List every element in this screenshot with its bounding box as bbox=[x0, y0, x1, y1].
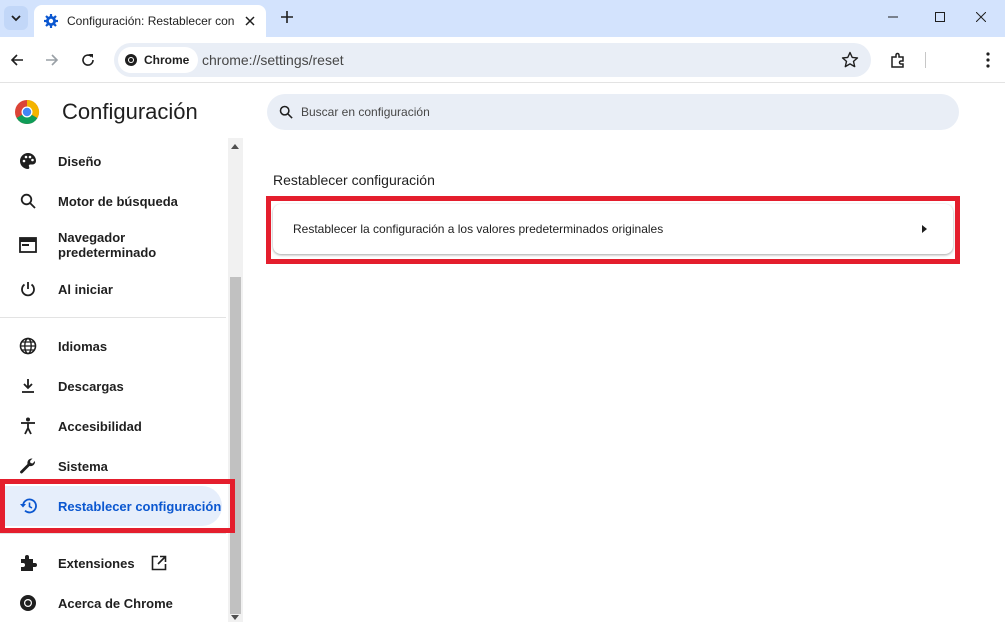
maximize-button[interactable] bbox=[917, 0, 963, 34]
search-input[interactable] bbox=[301, 105, 901, 119]
settings-header: Configuración bbox=[14, 99, 198, 125]
tab-strip: Configuración: Restablecer con bbox=[0, 0, 1005, 37]
sidebar-item-accesibilidad[interactable]: Accesibilidad bbox=[0, 406, 226, 446]
close-icon bbox=[245, 16, 255, 26]
puzzle-icon bbox=[18, 553, 38, 573]
palette-icon bbox=[18, 151, 38, 171]
sidebar-item-label: Extensiones bbox=[58, 555, 135, 571]
highlight-box bbox=[266, 196, 960, 264]
sidebar-item-diseno[interactable]: Diseño bbox=[0, 141, 226, 181]
new-tab-button[interactable] bbox=[276, 6, 298, 28]
chrome-icon bbox=[18, 593, 38, 613]
search-icon bbox=[279, 105, 293, 119]
close-window-button[interactable] bbox=[958, 0, 1004, 34]
toolbar-divider bbox=[925, 52, 926, 68]
sidebar-item-label: Acerca de Chrome bbox=[58, 595, 173, 611]
forward-button[interactable] bbox=[40, 48, 64, 72]
accessibility-icon bbox=[18, 416, 38, 436]
download-icon bbox=[18, 376, 38, 396]
site-chip-label: Chrome bbox=[144, 53, 190, 67]
active-tab[interactable]: Configuración: Restablecer con bbox=[34, 5, 266, 37]
sidebar-item-label: Accesibilidad bbox=[58, 418, 142, 434]
minimize-icon bbox=[888, 16, 898, 18]
sidebar-divider bbox=[0, 317, 226, 318]
page-title: Configuración bbox=[62, 99, 198, 124]
wrench-icon bbox=[18, 456, 38, 476]
settings-sidebar: Configuración Diseño Motor de búsqueda N… bbox=[0, 84, 243, 622]
scroll-down-arrow-icon[interactable] bbox=[231, 615, 239, 620]
more-vert-icon bbox=[986, 52, 990, 68]
sidebar-item-label: Descargas bbox=[58, 378, 124, 394]
sidebar-item-label: Sistema bbox=[58, 458, 108, 474]
chrome-icon bbox=[125, 54, 137, 66]
forward-arrow-icon bbox=[46, 54, 59, 66]
sidebar-item-navegador-predeterminado[interactable]: Navegador predeterminado bbox=[0, 225, 226, 265]
power-icon bbox=[18, 279, 38, 299]
sidebar-scrollbar[interactable] bbox=[228, 138, 243, 622]
sidebar-item-label: Idiomas bbox=[58, 338, 108, 354]
reload-button[interactable] bbox=[76, 48, 100, 72]
plus-icon bbox=[281, 11, 293, 23]
url-text[interactable]: chrome://settings/reset bbox=[202, 52, 344, 68]
back-button[interactable] bbox=[5, 48, 29, 72]
globe-icon bbox=[18, 336, 38, 356]
sidebar-item-label: Al iniciar bbox=[58, 281, 113, 297]
sidebar-item-label: Motor de búsqueda bbox=[58, 193, 178, 209]
sidebar-item-acerca-de-chrome[interactable]: Acerca de Chrome bbox=[0, 583, 226, 623]
toolbar: Chrome chrome://settings/reset bbox=[0, 37, 1005, 83]
sidebar-item-label: Diseño bbox=[58, 153, 102, 169]
minimize-button[interactable] bbox=[870, 0, 916, 34]
settings-search[interactable] bbox=[267, 94, 959, 130]
tab-search-button[interactable] bbox=[4, 6, 28, 30]
tab-title: Configuración: Restablecer con bbox=[67, 14, 235, 28]
reload-icon bbox=[82, 54, 94, 66]
back-arrow-icon bbox=[10, 54, 23, 66]
gear-icon bbox=[44, 14, 58, 28]
extensions-button[interactable] bbox=[886, 48, 910, 72]
chevron-down-icon bbox=[11, 15, 21, 22]
sidebar-item-descargas[interactable]: Descargas bbox=[0, 366, 226, 406]
bookmark-star-icon[interactable] bbox=[841, 51, 859, 69]
sidebar-divider bbox=[0, 533, 226, 534]
close-icon bbox=[976, 12, 986, 22]
section-title: Restablecer configuración bbox=[273, 172, 435, 188]
maximize-icon bbox=[935, 12, 945, 22]
open-in-new-icon bbox=[151, 555, 167, 571]
chrome-logo-icon bbox=[15, 100, 40, 125]
menu-button[interactable] bbox=[976, 48, 1000, 72]
highlight-box bbox=[0, 479, 235, 533]
sidebar-item-motor-busqueda[interactable]: Motor de búsqueda bbox=[0, 181, 226, 221]
address-bar[interactable]: Chrome chrome://settings/reset bbox=[114, 43, 871, 77]
search-icon bbox=[18, 191, 38, 211]
scroll-up-arrow-icon[interactable] bbox=[231, 144, 239, 149]
sidebar-item-extensiones[interactable]: Extensiones bbox=[0, 543, 226, 583]
site-chip[interactable]: Chrome bbox=[118, 47, 199, 73]
scrollbar-thumb[interactable] bbox=[230, 277, 241, 614]
sidebar-item-al-iniciar[interactable]: Al iniciar bbox=[0, 269, 226, 309]
close-tab-button[interactable] bbox=[242, 13, 258, 29]
browser-window-icon bbox=[18, 235, 38, 255]
sidebar-item-idiomas[interactable]: Idiomas bbox=[0, 326, 226, 366]
sidebar-item-label: Navegador predeterminado bbox=[58, 230, 157, 260]
puzzle-icon bbox=[891, 52, 904, 68]
